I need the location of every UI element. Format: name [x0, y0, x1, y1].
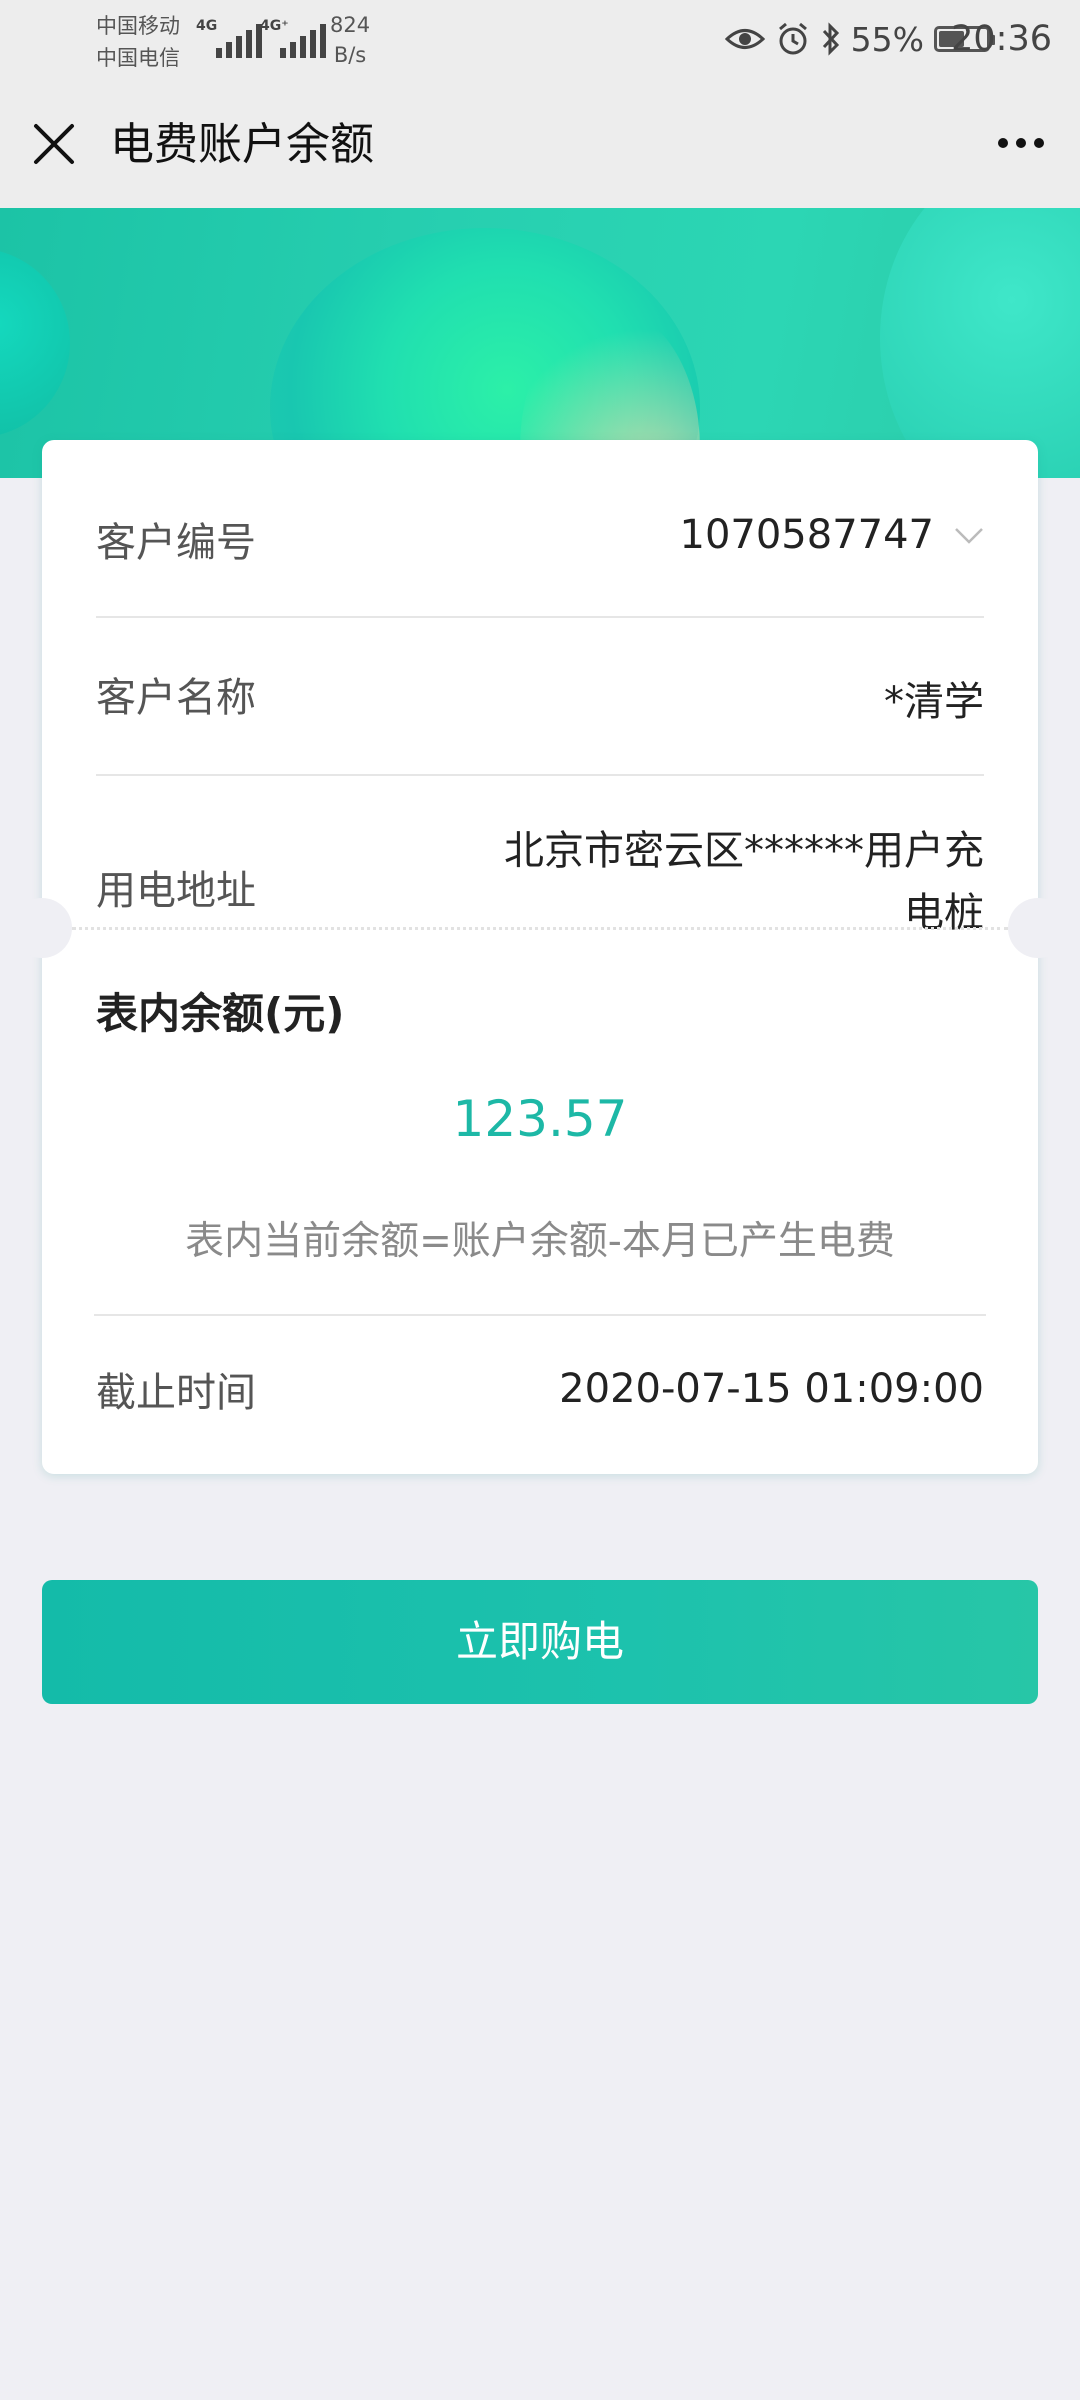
carrier-2: 中国电信: [96, 46, 180, 70]
divider: [96, 774, 984, 776]
chevron-down-icon: [955, 528, 983, 544]
carrier-info: 中国移动 中国电信: [96, 10, 180, 74]
network-type-1: 4G: [196, 18, 218, 34]
close-icon: [34, 124, 74, 164]
customer-no-value: 1070587747: [679, 512, 935, 558]
deadline-value: 2020-07-15 01:09:00: [559, 1366, 984, 1412]
customer-no-select[interactable]: 1070587747: [680, 512, 985, 558]
buy-electricity-button[interactable]: 立即购电: [42, 1580, 1038, 1704]
divider: [96, 616, 984, 618]
page-title: 电费账户余额: [110, 119, 374, 170]
more-menu-button[interactable]: [990, 118, 1052, 168]
account-card: 客户编号 1070587747 客户名称 *清学 用电地址 北京市密云区****…: [12, 440, 1068, 1474]
address-line-1: 北京市密云区******用户充: [504, 828, 984, 874]
customer-name-label: 客户名称: [96, 675, 256, 721]
carrier-1: 中国移动: [96, 14, 180, 38]
battery-percent: 55%: [850, 19, 924, 59]
dashed-separator: [72, 927, 1008, 930]
network-speed: 824 B/s: [330, 10, 370, 70]
alarm-icon: [778, 22, 807, 55]
bluetooth-icon: [822, 22, 839, 56]
address-label: 用电地址: [96, 868, 256, 914]
nav-bar: 电费账户余额: [0, 78, 1080, 208]
dot-icon: [998, 138, 1008, 148]
divider: [94, 1314, 986, 1316]
speed-value: 824: [330, 13, 371, 37]
clock: 20:36: [951, 19, 1052, 59]
customer-no-label: 客户编号: [96, 520, 256, 566]
address-line-2: 电桩: [904, 890, 984, 936]
customer-name-value: *清学: [884, 679, 984, 725]
status-bar: 中国移动 中国电信 4G 4G⁺ 824 B/s 55% 20:36: [0, 0, 1080, 78]
close-button[interactable]: [28, 118, 80, 170]
balance-amount: 123.57: [452, 1090, 628, 1148]
speed-unit: B/s: [333, 43, 367, 67]
dot-icon: [1034, 138, 1044, 148]
ticket-notch-right: [1008, 898, 1068, 958]
header-banner: [0, 208, 1080, 478]
ticket-notch-left: [12, 898, 72, 958]
balance-title: 表内余额(元): [96, 989, 345, 1038]
address-value: 北京市密云区******用户充 电桩: [504, 820, 984, 944]
eye-icon: [724, 29, 765, 49]
deadline-label: 截止时间: [96, 1370, 256, 1416]
dot-icon: [1016, 138, 1026, 148]
balance-formula-note: 表内当前余额=账户余额-本月已产生电费: [185, 1219, 895, 1264]
